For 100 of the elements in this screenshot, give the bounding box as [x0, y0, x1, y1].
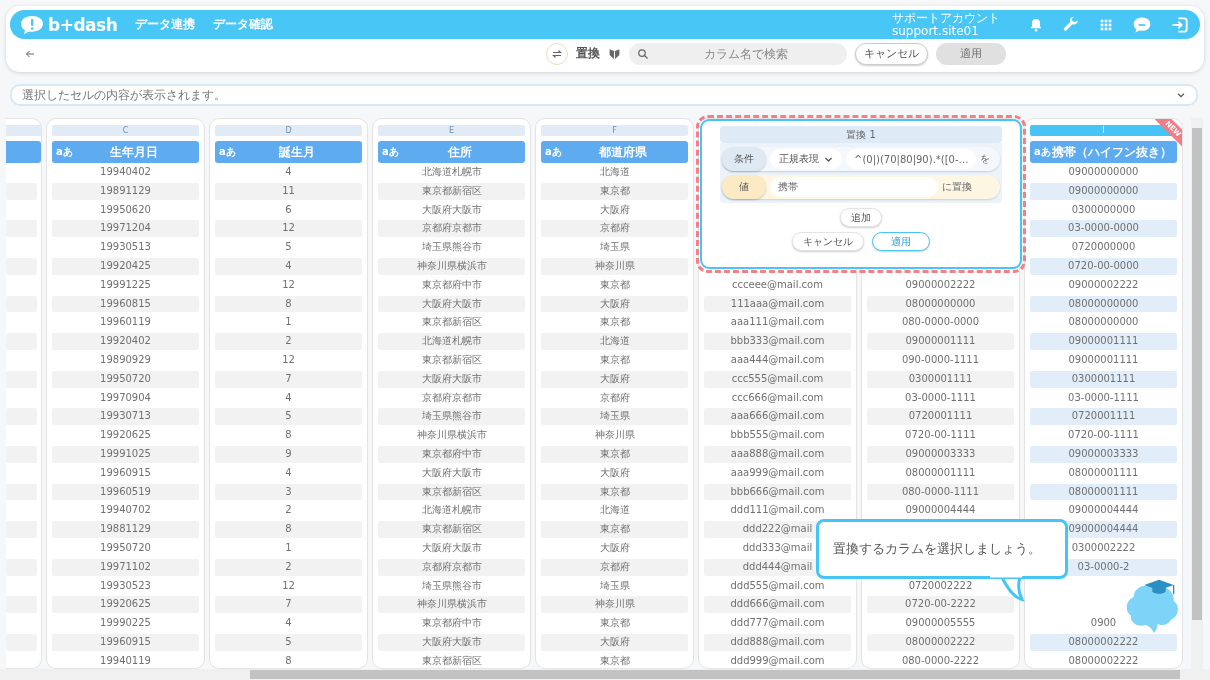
table-cell[interactable]: 大阪府: [541, 633, 688, 651]
table-cell[interactable]: 03-0000-1111: [1030, 389, 1177, 407]
table-cell[interactable]: bbb666@mail.com: [704, 483, 851, 501]
table-cell[interactable]: 東京都新宿区: [378, 483, 525, 501]
table-cell[interactable]: 09000001111: [1030, 333, 1177, 350]
table-cell[interactable]: 大阪府大阪市: [378, 633, 525, 651]
table-cell[interactable]: 東京都: [541, 351, 688, 369]
table-cell[interactable]: 03-0000-1111: [867, 389, 1014, 407]
table-cell[interactable]: 東京都府中市: [378, 615, 525, 632]
table-cell[interactable]: 090-0000-1111: [867, 351, 1014, 369]
table-cell[interactable]: 19960915: [52, 464, 199, 482]
table-cell[interactable]: 2: [215, 502, 362, 520]
table-cell[interactable]: 19930523: [52, 577, 199, 595]
table-cell[interactable]: 神奈川県: [541, 427, 688, 444]
table-cell[interactable]: 19950620: [52, 201, 199, 219]
table-cell[interactable]: 東京都新宿区: [378, 521, 525, 538]
table-cell[interactable]: 大阪府: [541, 370, 688, 388]
table-cell[interactable]: 08000002222: [1030, 633, 1177, 651]
table-cell[interactable]: 19960915: [52, 633, 199, 651]
table-cell[interactable]: ddd888@mail.com: [704, 633, 851, 651]
table-cell[interactable]: 19960815: [52, 295, 199, 313]
table-cell[interactable]: ddd666@mail.com: [704, 596, 851, 614]
table-cell[interactable]: aaa888@mail.com: [704, 445, 851, 463]
table-cell[interactable]: 大阪府大阪市: [378, 370, 525, 388]
table-cell[interactable]: 神奈川県横浜市: [378, 596, 525, 614]
table-cell[interactable]: 4: [215, 389, 362, 407]
table-cell[interactable]: 19920425: [52, 258, 199, 275]
table-cell[interactable]: 1: [215, 314, 362, 332]
table-cell[interactable]: aaa444@mail.com: [704, 351, 851, 369]
table-cell[interactable]: 東京都: [541, 615, 688, 632]
column-header[interactable]: [6, 141, 41, 163]
table-cell[interactable]: 2: [215, 333, 362, 350]
horizontal-scrollbar[interactable]: [0, 669, 1210, 680]
table-cell[interactable]: 埼玉県熊谷市: [378, 408, 525, 426]
table-cell[interactable]: 4: [215, 164, 362, 181]
table-cell[interactable]: 19920625: [52, 427, 199, 444]
table-cell[interactable]: ddd777@mail.com: [704, 615, 851, 632]
table-cell[interactable]: 09000004444: [867, 502, 1014, 520]
table-cell[interactable]: 東京都新宿区: [378, 182, 525, 200]
table-cell[interactable]: 12: [215, 577, 362, 595]
mode-dropdown[interactable]: 正規表現: [770, 149, 842, 169]
table-cell[interactable]: 0720000000: [1030, 239, 1177, 256]
table-cell[interactable]: 大阪府大阪市: [378, 539, 525, 557]
table-cell[interactable]: 19971204: [52, 220, 199, 238]
table-cell[interactable]: 8: [215, 652, 362, 668]
scroll-thumb[interactable]: [250, 670, 1180, 679]
table-cell[interactable]: 大阪府: [541, 295, 688, 313]
table-cell[interactable]: 09000003333: [867, 445, 1014, 463]
table-cell[interactable]: 6: [215, 201, 362, 219]
table-cell[interactable]: 東京都: [541, 182, 688, 200]
table-cell[interactable]: 京都府京都市: [378, 389, 525, 407]
table-cell[interactable]: aaa111@mail.com: [704, 314, 851, 332]
cancel-button[interactable]: キャンセル: [792, 232, 864, 251]
table-cell[interactable]: 0720-00-2222: [867, 596, 1014, 614]
table-cell[interactable]: 5: [215, 633, 362, 651]
table-cell[interactable]: 19960119: [52, 314, 199, 332]
table-cell[interactable]: ccc555@mail.com: [704, 370, 851, 388]
table-cell[interactable]: 12: [215, 276, 362, 294]
table-cell[interactable]: 京都府: [541, 558, 688, 576]
table-cell[interactable]: 0300000000: [1030, 201, 1177, 219]
table-cell[interactable]: 08000002222: [1030, 652, 1177, 668]
table-cell[interactable]: 19950720: [52, 539, 199, 557]
table-cell[interactable]: 08000002222: [867, 633, 1014, 651]
table-cell[interactable]: 080-0000-0000: [867, 314, 1014, 332]
table-cell[interactable]: 5: [215, 239, 362, 256]
table-cell[interactable]: 19940119: [52, 652, 199, 668]
column-card[interactable]: [6, 118, 42, 669]
table-cell[interactable]: 0900: [1030, 615, 1177, 632]
table-cell[interactable]: 北海道札幌市: [378, 333, 525, 350]
table-cell[interactable]: 東京都新宿区: [378, 351, 525, 369]
table-cell[interactable]: 080-0000-2222: [867, 652, 1014, 668]
table-cell[interactable]: 12: [215, 351, 362, 369]
vertical-scrollbar[interactable]: [1191, 118, 1203, 669]
column-card[interactable]: [46, 118, 205, 669]
table-cell[interactable]: 19881129: [52, 521, 199, 538]
table-cell[interactable]: 東京都新宿区: [378, 314, 525, 332]
search-field[interactable]: カラム名で検索: [629, 42, 847, 65]
table-cell[interactable]: 19991225: [52, 276, 199, 294]
column-card[interactable]: [1024, 118, 1183, 669]
table-cell[interactable]: 1: [215, 539, 362, 557]
table-cell[interactable]: 19940702: [52, 502, 199, 520]
table-cell[interactable]: 4: [215, 258, 362, 275]
cancel-button[interactable]: キャンセル: [855, 42, 928, 65]
value-field[interactable]: 携帯: [770, 177, 938, 197]
table-cell[interactable]: 0720-00-0000: [1030, 258, 1177, 275]
table-cell[interactable]: 9: [215, 445, 362, 463]
table-cell[interactable]: 埼玉県: [541, 577, 688, 595]
table-cell[interactable]: 8: [215, 427, 362, 444]
table-cell[interactable]: 大阪府: [541, 539, 688, 557]
table-cell[interactable]: 19971102: [52, 558, 199, 576]
table-cell[interactable]: 09000000000: [1030, 164, 1177, 181]
table-cell[interactable]: 大阪府大阪市: [378, 295, 525, 313]
wrench-icon[interactable]: [1062, 15, 1080, 34]
table-cell[interactable]: ccceee@mail.com: [704, 276, 851, 294]
table-cell[interactable]: 19950720: [52, 370, 199, 388]
column-card[interactable]: F aあ 都道府県 北海道 東京都 大阪府 京都府 埼玉県 神奈川県 東京都 大阪府 東京都 北海道 東京都 大阪府 京都府 埼玉県 神奈川県 東京都 大阪府 東京都 北海道 東京都 大阪府 京都府 埼玉県 神奈川県 東京都 大阪府 東京都: [535, 118, 694, 669]
table-cell[interactable]: 08000000000: [867, 295, 1014, 313]
table-cell[interactable]: 12: [215, 220, 362, 238]
column-card[interactable]: E aあ 住所 北海道札幌市 東京都新宿区 大阪府大阪市 京都府京都市 埼玉県熊谷市 神奈川県横浜市 東京都府中市 大阪府大阪市 東京都新宿区 北海道札幌市 東京都新宿区 大阪府大阪市 京都府京都市 埼玉県熊谷市 神奈川県横浜市 東京都府中市 大阪府大阪市 東京都新宿区 北海道札幌市 東京都新宿区 大阪府大阪市 京都府京都市 埼玉県熊谷市 神奈川県横浜市 東京都府中市 大阪府大阪市 東京都新宿区: [372, 118, 531, 669]
table-cell[interactable]: 0720-00-1111: [1030, 427, 1177, 444]
